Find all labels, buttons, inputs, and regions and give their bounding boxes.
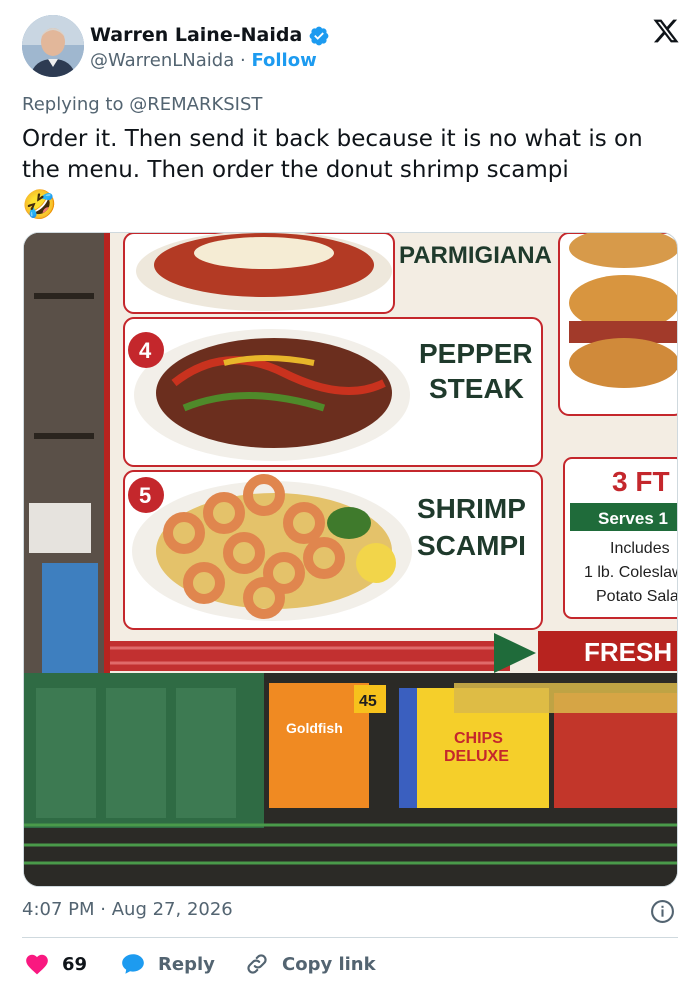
like-count: 69 [62,953,88,975]
tweet-header: Warren Laine-Naida @WarrenLNaida · Follo… [22,15,682,79]
side-panel-line1: 1 lb. Coleslaw [584,564,678,581]
like-button[interactable]: 69 [24,947,87,981]
side-panel-includes: Includes [610,540,670,557]
handle-separator: · [239,50,246,71]
shelf-label-goldfish: Goldfish [286,720,343,736]
shelf-label-chips: CHIPS [454,730,503,747]
author-name[interactable]: Warren Laine-Naida [90,24,302,46]
author-handle[interactable]: @WarrenLNaida [90,50,234,71]
timestamp-separator: · [100,899,106,920]
reply-target-link[interactable]: @REMARKSIST [129,94,262,115]
menu-number-5: 5 [139,483,151,508]
replying-prefix: Replying to [22,94,124,115]
menu-item-pepper: PEPPER [419,338,533,369]
reply-bubble-icon [122,954,144,974]
tweet-date: Aug 27, 2026 [111,899,233,920]
handle-row: @WarrenLNaida · Follow [90,50,317,71]
shelf-label-45: 45 [359,693,377,710]
fresh-banner: FRESH [584,637,672,667]
menu-item-steak: STEAK [429,373,524,404]
side-panel-title: 3 FT [612,466,670,497]
info-icon[interactable] [650,899,675,924]
divider [22,937,678,938]
reply-button[interactable]: Reply [120,947,215,981]
menu-board-photo: PARMIGIANA 4 PEPPER STEAK 5 SHRIMP SCAMP… [24,233,678,886]
shelf-label-deluxe: DELUXE [444,748,509,765]
avatar[interactable] [22,15,84,77]
rofl-emoji: 🤣 [22,188,57,221]
menu-item-shrimp: SHRIMP [417,493,526,524]
tweet-time: 4:07 PM [22,899,95,920]
action-bar: 69 Reply Copy link [22,947,678,981]
menu-number-4: 4 [139,338,152,363]
menu-item-scampi: SCAMPI [417,530,526,561]
side-panel-serves: Serves 1 [598,509,668,528]
reply-label: Reply [158,953,215,975]
verified-badge-icon [309,26,329,46]
copy-link-button[interactable]: Copy link [244,947,376,981]
replying-to: Replying to @REMARKSIST [22,94,262,115]
tweet-timestamp[interactable]: 4:07 PM · Aug 27, 2026 [22,899,233,920]
avatar-image [22,15,84,77]
tweet-body: Order it. Then send it back because it i… [22,126,643,183]
heart-icon [26,954,48,975]
follow-button[interactable]: Follow [251,50,316,71]
side-panel-line2: Potato Sala [596,588,678,605]
copy-link-label: Copy link [282,953,376,975]
menu-item-parmigiana: PARMIGIANA [399,242,552,269]
tweet-photo[interactable]: PARMIGIANA 4 PEPPER STEAK 5 SHRIMP SCAMP… [23,232,678,887]
link-icon [247,954,267,974]
tweet-text: Order it. Then send it back because it i… [22,124,682,223]
x-logo-icon[interactable] [652,17,680,45]
